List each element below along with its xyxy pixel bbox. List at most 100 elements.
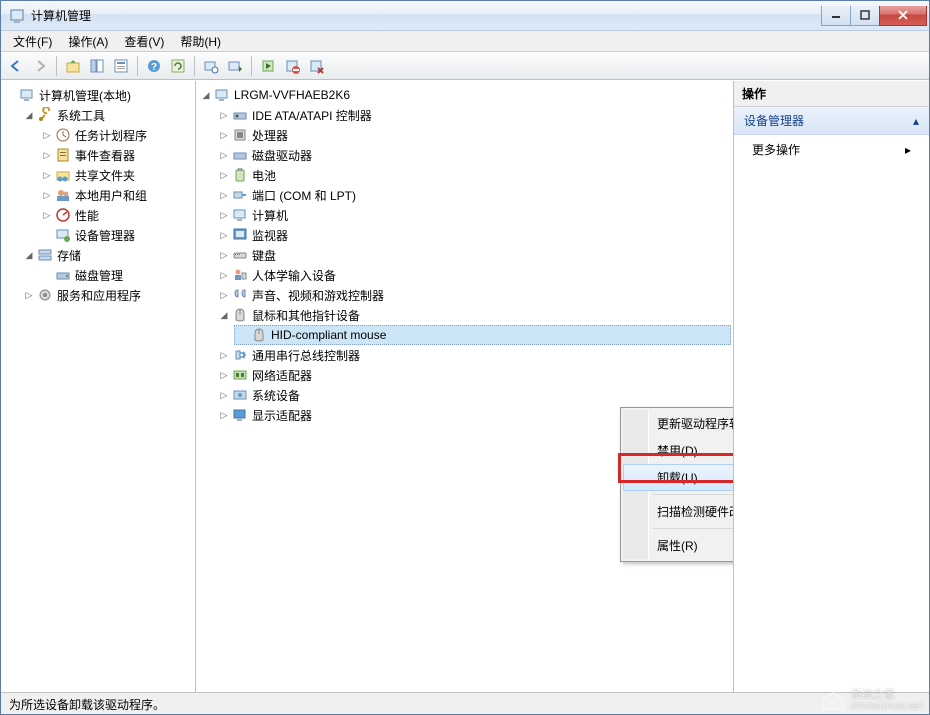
ctx-update-driver[interactable]: 更新驱动程序软件(P)...: [623, 410, 734, 437]
console-tree[interactable]: 计算机管理(本地) ◢ 系统工具 ▷任务计划程序 ▷事件查看器: [1, 81, 196, 692]
category-icon: [232, 127, 248, 143]
category-icon: [232, 147, 248, 163]
window: 计算机管理 文件(F) 操作(A) 查看(V) 帮助(H) ?: [0, 0, 930, 715]
properties-button[interactable]: [110, 55, 132, 77]
tree-services[interactable]: ▷ 服务和应用程序: [21, 285, 193, 305]
tree-root[interactable]: 计算机管理(本地): [3, 85, 193, 105]
shared-folder-icon: [55, 167, 71, 183]
actions-section[interactable]: 设备管理器 ▴: [734, 107, 929, 135]
category-icon: [232, 167, 248, 183]
window-buttons: [822, 6, 927, 26]
category-icon: [232, 367, 248, 383]
services-icon: [37, 287, 53, 303]
forward-button[interactable]: [29, 55, 51, 77]
disk-icon: [55, 267, 71, 283]
actions-header: 操作: [734, 81, 929, 107]
maximize-button[interactable]: [850, 6, 880, 26]
app-icon: [9, 8, 25, 24]
client-area: 计算机管理(本地) ◢ 系统工具 ▷任务计划程序 ▷事件查看器: [1, 80, 929, 692]
tools-icon: [37, 107, 53, 123]
category-icon: [232, 247, 248, 263]
context-menu: 更新驱动程序软件(P)... 禁用(D) 卸载(U) 扫描检测硬件改动(A) 属…: [620, 407, 734, 562]
tree-device-manager[interactable]: 设备管理器: [39, 225, 193, 245]
menu-view[interactable]: 查看(V): [116, 31, 172, 52]
category-icon: [232, 287, 248, 303]
mouse-icon: [251, 327, 267, 343]
clock-icon: [55, 127, 71, 143]
ctx-properties[interactable]: 属性(R): [623, 532, 734, 559]
titlebar[interactable]: 计算机管理: [1, 1, 929, 31]
category-icon: [232, 387, 248, 403]
category-icon: [232, 187, 248, 203]
device-category[interactable]: ▷ 磁盘驱动器: [216, 145, 731, 165]
tree-system-tools[interactable]: ◢ 系统工具: [21, 105, 193, 125]
scan-hardware-button[interactable]: [200, 55, 222, 77]
users-icon: [55, 187, 71, 203]
menu-help[interactable]: 帮助(H): [172, 31, 229, 52]
minimize-button[interactable]: [821, 6, 851, 26]
device-category[interactable]: ▷ 监视器: [216, 225, 731, 245]
show-hide-tree-button[interactable]: [86, 55, 108, 77]
up-button[interactable]: [62, 55, 84, 77]
device-category[interactable]: ▷ 键盘: [216, 245, 731, 265]
tree-shared-folders[interactable]: ▷共享文件夹: [39, 165, 193, 185]
device-tree[interactable]: ◢ LRGM-VVFHAEB2K6 ▷ IDE ATA/ATAPI 控制器 ▷ …: [196, 81, 734, 692]
disable-device-button[interactable]: [281, 55, 303, 77]
category-icon: [232, 407, 248, 423]
device-category[interactable]: ◢ 鼠标和其他指针设备: [216, 305, 731, 325]
update-driver-button[interactable]: [224, 55, 246, 77]
help-button[interactable]: ?: [143, 55, 165, 77]
toolbar: ?: [1, 52, 929, 80]
device-category[interactable]: ▷ 计算机: [216, 205, 731, 225]
tree-storage[interactable]: ◢ 存储: [21, 245, 193, 265]
tree-event-viewer[interactable]: ▷事件查看器: [39, 145, 193, 165]
performance-icon: [55, 207, 71, 223]
menubar: 文件(F) 操作(A) 查看(V) 帮助(H): [1, 31, 929, 52]
enable-device-button[interactable]: [257, 55, 279, 77]
event-icon: [55, 147, 71, 163]
actions-more[interactable]: 更多操作 ▸: [734, 135, 929, 164]
category-icon: [232, 307, 248, 323]
category-icon: [232, 227, 248, 243]
back-button[interactable]: [5, 55, 27, 77]
collapse-icon[interactable]: ▴: [913, 114, 919, 128]
tree-performance[interactable]: ▷性能: [39, 205, 193, 225]
computer-icon: [214, 87, 230, 103]
device-category[interactable]: ▷ 通用串行总线控制器: [216, 345, 731, 365]
device-category[interactable]: ▷ 人体学输入设备: [216, 265, 731, 285]
tree-disk-mgmt[interactable]: 磁盘管理: [39, 265, 193, 285]
status-text: 为所选设备卸载该驱动程序。: [9, 698, 165, 712]
device-category[interactable]: ▷ 网络适配器: [216, 365, 731, 385]
statusbar: 为所选设备卸载该驱动程序。: [1, 692, 929, 714]
actions-pane: 操作 设备管理器 ▴ 更多操作 ▸: [734, 81, 929, 692]
device-category[interactable]: ▷ 电池: [216, 165, 731, 185]
category-icon: [232, 347, 248, 363]
device-root[interactable]: ◢ LRGM-VVFHAEB2K6: [198, 85, 731, 105]
category-icon: [232, 267, 248, 283]
close-button[interactable]: [879, 6, 927, 26]
ctx-uninstall[interactable]: 卸载(U): [623, 464, 734, 491]
uninstall-device-button[interactable]: [305, 55, 327, 77]
ctx-disable[interactable]: 禁用(D): [623, 437, 734, 464]
category-icon: [232, 207, 248, 223]
computer-mgmt-icon: [19, 87, 35, 103]
device-item-selected[interactable]: HID-compliant mouse: [234, 325, 731, 345]
device-category[interactable]: ▷ 系统设备: [216, 385, 731, 405]
category-icon: [232, 107, 248, 123]
submenu-arrow-icon: ▸: [905, 143, 911, 157]
device-mgr-icon: [55, 227, 71, 243]
device-category[interactable]: ▷ 声音、视频和游戏控制器: [216, 285, 731, 305]
storage-icon: [37, 247, 53, 263]
menu-action[interactable]: 操作(A): [60, 31, 116, 52]
tree-task-scheduler[interactable]: ▷任务计划程序: [39, 125, 193, 145]
menu-file[interactable]: 文件(F): [5, 31, 60, 52]
window-title: 计算机管理: [31, 7, 822, 24]
device-category[interactable]: ▷ 端口 (COM 和 LPT): [216, 185, 731, 205]
tree-local-users[interactable]: ▷本地用户和组: [39, 185, 193, 205]
device-category[interactable]: ▷ 处理器: [216, 125, 731, 145]
ctx-scan[interactable]: 扫描检测硬件改动(A): [623, 498, 734, 525]
refresh-button[interactable]: [167, 55, 189, 77]
expander-icon[interactable]: ◢: [23, 109, 35, 121]
svg-text:?: ?: [151, 62, 157, 73]
device-category[interactable]: ▷ IDE ATA/ATAPI 控制器: [216, 105, 731, 125]
